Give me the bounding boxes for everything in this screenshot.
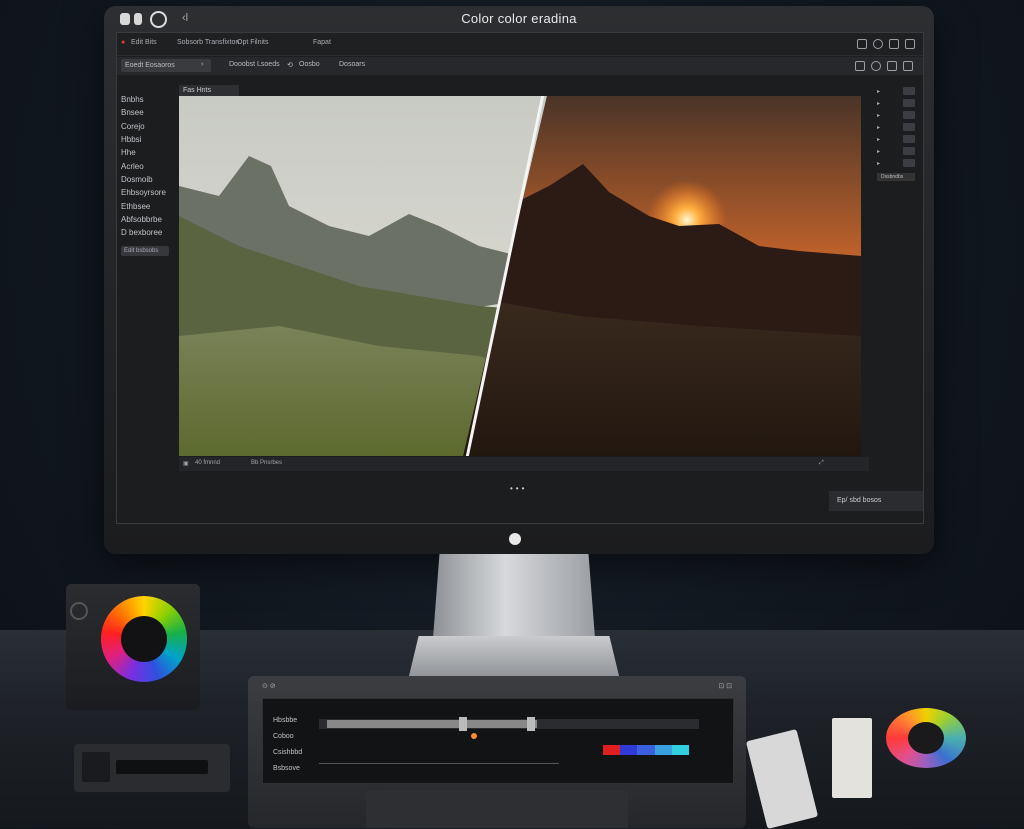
share-icon[interactable] [887, 61, 897, 71]
scale-line [319, 763, 559, 764]
menu-item-options[interactable]: Opt Filnits [237, 39, 269, 46]
menu-item-edit[interactable]: Edit Bits [131, 39, 157, 46]
sidebar-item[interactable]: Acrleo [121, 162, 144, 171]
preset-dropdown[interactable]: Eoedt Eosaoros › [121, 59, 211, 72]
before-after-image [179, 96, 861, 456]
slider-handle[interactable] [459, 717, 467, 731]
surface-row-label: Coboo [273, 733, 294, 740]
tab-oosbo[interactable]: Oosbo [299, 61, 320, 68]
device-knob-icon[interactable] [70, 602, 88, 620]
compare-icon[interactable] [871, 61, 881, 71]
menu-item-transform[interactable]: Sobsorb Transfixton [177, 39, 239, 46]
swatch-card [832, 718, 872, 798]
slider-handle[interactable] [527, 717, 535, 731]
sidebar-item[interactable]: Abfsobbrbe [121, 215, 162, 224]
viewer-status-bar: ▣ 40 fmnnd Bb Pnsrbes ⤢ [179, 457, 869, 471]
monitor-base [408, 636, 620, 680]
monitor: ‹l Color color eradina ● Edit Bits Sobso… [104, 6, 934, 554]
button-panel-device [74, 744, 230, 792]
page-dots[interactable]: ••• [510, 484, 527, 493]
sidebar-item[interactable]: Ehbsoyrsore [121, 188, 166, 197]
sidebar-item[interactable]: Ethbsee [121, 202, 150, 211]
tab-lsoeds[interactable]: Dooobst Lsoeds [229, 61, 280, 68]
small-color-wheel-icon [886, 708, 966, 768]
surface-display: Hbsbbe Coboo Csishbbd Bsbsove [262, 698, 734, 784]
app-screen: ● Edit Bits Sobsorb Transfixton Opt Filn… [116, 32, 924, 524]
surface-status-icon: ⊙ ⊘ [262, 683, 276, 690]
sidebar-item[interactable]: Bnsee [121, 108, 144, 117]
surface-row-label: Csishbbd [273, 749, 303, 756]
status-right: Bb Pnsrbes [251, 460, 283, 466]
right-panel: ▸ ▸ ▸ ▸ ▸ ▸ ▸ Dssbndbs [873, 77, 921, 207]
layers-icon[interactable] [855, 61, 865, 71]
chevron-right-icon: › [201, 61, 204, 68]
edit-settings-button[interactable]: Edit bsbsobs [121, 246, 169, 256]
surface-row-label: Bsbsove [273, 765, 300, 772]
color-swatch-strip[interactable] [603, 745, 690, 755]
viewer-tab[interactable]: Fas Hnts [179, 85, 239, 96]
settings-icon[interactable] [889, 39, 899, 49]
apple-logo-icon [509, 533, 521, 545]
record-indicator-icon: ● [121, 39, 126, 46]
export-field[interactable]: Ep/ sbd bosos [829, 491, 923, 511]
color-wheel-device [66, 584, 200, 710]
trackpad[interactable] [366, 790, 628, 828]
right-panel-button[interactable]: Dssbndbs [877, 173, 915, 181]
sidebar-item[interactable]: Bnbhs [121, 95, 144, 104]
history-icon[interactable] [873, 39, 883, 49]
fullscreen-icon[interactable] [857, 39, 867, 49]
slider-track[interactable] [319, 717, 699, 731]
sidebar-item[interactable]: Hbbsi [121, 135, 141, 144]
preset-label: Eoedt Eosaoros [125, 62, 175, 69]
window-menu-icon[interactable] [905, 39, 915, 49]
slider-fill [327, 720, 537, 728]
sidebar-item[interactable]: D bexboree [121, 228, 162, 237]
camera-icon[interactable]: ▣ [183, 460, 189, 467]
surface-menu-icon[interactable]: ⊡ ⊡ [718, 682, 732, 690]
surface-row-label: Hbsbbe [273, 717, 298, 724]
color-wheel-icon[interactable] [101, 596, 187, 682]
accent-indicator [471, 733, 477, 739]
undo-icon[interactable]: ⟲ [287, 61, 293, 69]
tab-dosoars[interactable]: Dosoars [339, 61, 365, 68]
window-titlebar: ‹l Color color eradina [104, 6, 934, 32]
status-left: 40 fmnnd [195, 460, 221, 466]
sidebar-item[interactable]: Corejo [121, 122, 145, 131]
image-viewer[interactable] [179, 96, 861, 456]
panel-button-row[interactable] [116, 760, 208, 774]
adjustments-sidebar: Bnbhs Bnsee Corejo Hbbsi Hhe Acrleo Dosm… [117, 77, 177, 457]
export-icon[interactable] [903, 61, 913, 71]
sidebar-item[interactable]: Hhe [121, 148, 136, 157]
menu-item-format[interactable]: Fapat [313, 39, 331, 46]
grading-control-surface: ⊙ ⊘ ⊡ ⊡ Hbsbbe Coboo Csishbbd Bsbsove [248, 676, 746, 828]
expand-icon[interactable]: ⤢ [819, 460, 824, 467]
menu-bar: ● Edit Bits Sobsorb Transfixton Opt Filn… [117, 33, 923, 56]
window-title: Color color eradina [461, 11, 577, 26]
monitor-stand [433, 554, 595, 638]
toolbar: Eoedt Eosaoros › Dooobst Lsoeds ⟲ Oosbo … [117, 57, 923, 75]
sidebar-item[interactable]: Dosmoib [121, 175, 153, 184]
panel-status-display [82, 752, 110, 782]
